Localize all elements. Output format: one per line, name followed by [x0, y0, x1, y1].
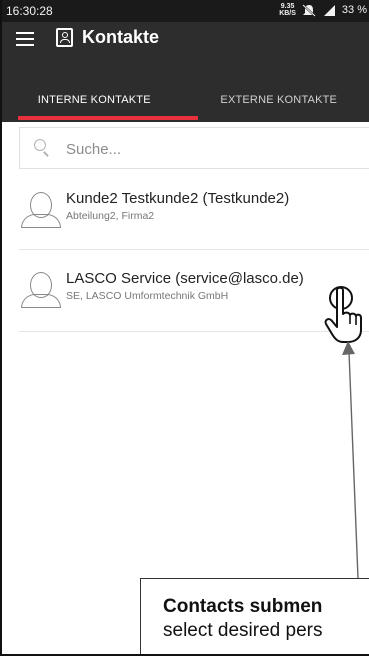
contact-name: Kunde2 Testkunde2 (Testkunde2) [66, 190, 290, 207]
avatar-icon [21, 272, 61, 312]
network-speed-unit: KB/S [279, 10, 296, 17]
status-icons: 9.35 KB/S 33 % [279, 3, 367, 17]
contacts-icon [56, 28, 73, 47]
annotation-title: Contacts submen [163, 596, 323, 617]
contact-list-item[interactable]: LASCO Service (service@lasco.de) SE, LAS… [19, 250, 369, 332]
network-speed-value: 9.35 [280, 3, 295, 10]
page-title: Kontakte [82, 27, 160, 47]
contact-list-item[interactable]: Kunde2 Testkunde2 (Testkunde2) Abteilung… [19, 170, 369, 250]
annotation-arrow [342, 341, 359, 579]
contact-details: Abteilung2, Firma2 [66, 210, 155, 222]
app-toolbar: Kontakte [2, 22, 369, 86]
contact-name: LASCO Service (service@lasco.de) [66, 270, 304, 287]
status-bar: 16:30:28 9.35 KB/S 33 % [2, 0, 369, 22]
network-speed: 9.35 KB/S [279, 3, 296, 17]
search-bar[interactable] [19, 127, 369, 169]
app-screen: 16:30:28 9.35 KB/S 33 % Kontakte INTERNE… [0, 0, 369, 656]
search-input[interactable] [66, 136, 346, 162]
battery-level: 33 % [341, 4, 367, 16]
hamburger-menu-icon[interactable] [16, 32, 34, 46]
mute-icon [302, 3, 316, 17]
tab-external-contacts[interactable]: EXTERNE KONTAKTE [187, 86, 369, 122]
annotation-text: select desired pers [163, 620, 323, 641]
status-time: 16:30:28 [6, 4, 53, 18]
hand-pointer-icon [324, 286, 362, 343]
avatar-icon [21, 192, 61, 232]
active-tab-indicator [18, 116, 198, 120]
search-icon [34, 139, 50, 157]
signal-icon [323, 4, 335, 16]
annotation-callout: Contacts submen select desired pers [140, 578, 369, 654]
contact-details: SE, LASCO Umformtechnik GmbH [66, 290, 229, 302]
